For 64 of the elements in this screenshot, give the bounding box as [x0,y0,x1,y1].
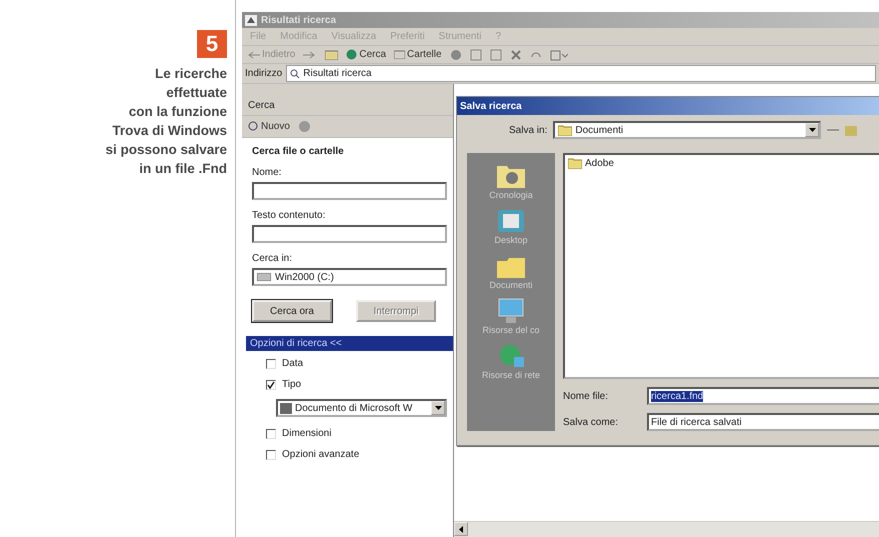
place-label[interactable]: Risorse di rete [482,370,540,380]
computer-icon [496,298,526,324]
folders-button[interactable]: Cartelle [394,49,442,60]
drive-select[interactable]: Win2000 (C:) [252,268,447,286]
file-type-select[interactable]: File di ricerca salvati [647,413,879,431]
input-field[interactable] [252,182,447,200]
field-label: Nome file: [563,390,610,402]
checkbox[interactable] [266,358,276,368]
field-label: Testo contenuto: [252,210,326,221]
document-icon [280,402,292,414]
file-name[interactable]: Adobe [585,158,614,169]
clock-folder-icon [496,163,526,189]
place-label[interactable]: Desktop [494,235,528,245]
menu-item[interactable]: Preferiti [390,31,425,42]
desktop-icon [496,208,526,234]
place-label[interactable]: Documenti [489,280,533,290]
place-label[interactable]: Risorse del co [482,325,540,335]
folder-icon [568,158,582,169]
checkbox[interactable] [266,428,276,438]
caption-text: Le ricerche effettuate con la funzione Trova di Windows si possono salvare in un file .Fnd [105,65,227,178]
window-title: Risultati ricerca [261,14,336,26]
step-number: 5 [197,30,227,58]
forward-icon[interactable] [303,50,318,58]
place-label[interactable]: Cronologia [489,190,533,200]
checkbox[interactable] [266,380,276,390]
type-select[interactable]: Documento di Microsoft W [276,399,447,417]
menu-item[interactable]: File [250,31,266,42]
dialog-title: Salva ricerca [457,97,879,115]
scrollbar[interactable] [454,521,879,537]
menu-item[interactable]: ? [495,31,502,42]
checkbox[interactable] [266,450,276,460]
save-in-label: Salva in: [509,124,548,136]
dropdown-arrow-icon[interactable] [808,128,816,132]
back-arrow-icon [248,50,260,58]
pane-title: Cerca file o cartelle [252,146,345,157]
views-icon[interactable] [550,48,568,60]
drive-icon [257,273,271,281]
folder-icon [558,124,572,136]
field-label: Nome: [252,167,282,178]
scroll-left-icon[interactable] [459,526,463,532]
checkbox-label: Tipo [282,379,302,390]
dropdown-arrow-icon[interactable] [434,406,442,410]
pane-header: Cerca [242,96,453,116]
menu-item[interactable]: Strumenti [438,31,482,42]
checkbox-label: Dimensioni [282,428,332,439]
folder-select[interactable]: Documenti [553,121,822,139]
delete-icon[interactable] [510,48,522,60]
field-label: Cerca in: [252,253,294,264]
menu-item[interactable]: Modifica [280,31,318,42]
search-button[interactable]: Cerca ora [252,300,332,322]
window-icon [245,14,257,26]
input-field[interactable] [252,225,447,243]
address-label: Indirizzo [245,68,282,79]
new-search-button[interactable]: Nuovo [248,121,290,132]
options-header[interactable]: Opzioni di ricerca << [246,336,453,351]
search-button[interactable]: Cerca [346,49,386,60]
checkbox-label: Opzioni avanzate [282,449,360,460]
back-button[interactable]: Indietro [248,49,296,60]
checkbox-label: Data [282,358,304,369]
menu-item[interactable]: Visualizza [331,31,376,42]
folder-icon [394,50,406,59]
field-label: Salva come: [563,416,620,428]
address-field[interactable]: Risultati ricerca [286,65,876,82]
file-name-field[interactable]: ricerca1.fnd [647,387,879,405]
